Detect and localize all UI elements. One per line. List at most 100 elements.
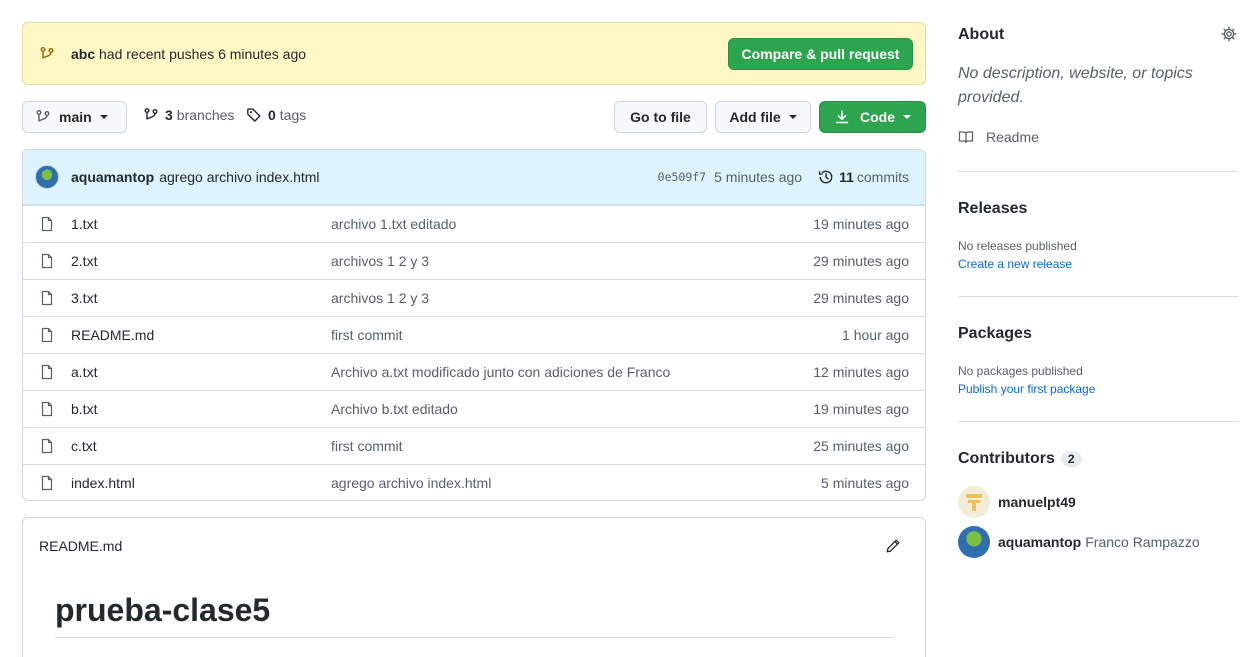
- file-row[interactable]: 1.txt archivo 1.txt editado 19 minutes a…: [23, 205, 925, 242]
- add-file-button[interactable]: Add file: [715, 101, 811, 133]
- file-commit-age: 29 minutes ago: [813, 290, 909, 306]
- tags-label: tags: [279, 107, 307, 123]
- contributor-item[interactable]: aquamantop Franco Rampazzo: [958, 526, 1200, 558]
- file-name-link[interactable]: README.md: [71, 327, 331, 343]
- chevron-down-icon: [903, 115, 911, 119]
- push-message: had recent pushes 6 minutes ago: [99, 45, 307, 62]
- file-row[interactable]: a.txt Archivo a.txt modificado junto con…: [23, 353, 925, 390]
- file-commit-message[interactable]: first commit: [331, 438, 813, 454]
- avatar[interactable]: [958, 486, 990, 518]
- about-heading: About: [958, 26, 1005, 43]
- code-button[interactable]: Code: [819, 101, 926, 133]
- commit-sha-link[interactable]: 0e509f7: [658, 170, 706, 184]
- pushed-branch-name[interactable]: abc: [71, 46, 95, 62]
- file-name-link[interactable]: b.txt: [71, 401, 331, 417]
- file-commit-age: 5 minutes ago: [821, 475, 909, 491]
- tags-link[interactable]: 0 tags: [246, 107, 306, 123]
- file-icon: [39, 253, 55, 269]
- file-commit-message[interactable]: archivo 1.txt editado: [331, 216, 813, 232]
- create-release-link[interactable]: Create a new release: [958, 257, 1072, 271]
- avatar[interactable]: [35, 165, 59, 189]
- current-branch-name: main: [59, 109, 92, 125]
- download-icon: [834, 109, 850, 125]
- about-description: No description, website, or topics provi…: [958, 65, 1193, 106]
- no-packages-text: No packages published: [958, 364, 1083, 378]
- readme-link[interactable]: Readme: [958, 129, 1039, 145]
- gear-icon[interactable]: [1221, 26, 1237, 42]
- tag-icon: [246, 107, 262, 123]
- contributor-login[interactable]: aquamantop: [998, 534, 1081, 550]
- commits-label: commits: [856, 169, 909, 185]
- file-commit-age: 12 minutes ago: [813, 364, 909, 380]
- publish-package-link[interactable]: Publish your first package: [958, 382, 1095, 396]
- file-row[interactable]: 3.txt archivos 1 2 y 3 29 minutes ago: [23, 279, 925, 316]
- readme-panel: README.md prueba-clase5: [22, 517, 926, 657]
- commits-count: 11: [839, 169, 854, 185]
- tags-count: 0: [268, 107, 276, 123]
- commits-history-link[interactable]: 11 commits: [818, 169, 909, 185]
- history-icon: [818, 169, 834, 185]
- file-commit-message[interactable]: archivos 1 2 y 3: [331, 253, 813, 269]
- file-commit-age: 19 minutes ago: [813, 401, 909, 417]
- file-commit-age: 19 minutes ago: [813, 216, 909, 232]
- file-commit-message[interactable]: Archivo a.txt modificado junto con adici…: [331, 364, 813, 380]
- file-name-link[interactable]: 2.txt: [71, 253, 331, 269]
- commit-message-link[interactable]: agrego archivo index.html: [159, 169, 319, 185]
- file-commit-message[interactable]: Archivo b.txt editado: [331, 401, 813, 417]
- packages-heading[interactable]: Packages: [958, 325, 1032, 343]
- releases-heading[interactable]: Releases: [958, 200, 1027, 218]
- file-icon: [39, 364, 55, 380]
- section-divider: [958, 296, 1238, 297]
- branch-select-button[interactable]: main: [22, 101, 127, 133]
- section-divider: [958, 171, 1238, 172]
- file-commit-message[interactable]: agrego archivo index.html: [331, 475, 821, 491]
- file-commit-message[interactable]: archivos 1 2 y 3: [331, 290, 813, 306]
- branches-label: branches: [176, 107, 235, 123]
- contributors-heading[interactable]: Contributors 2: [958, 450, 1082, 468]
- chevron-down-icon: [788, 115, 797, 119]
- file-row[interactable]: c.txt first commit 25 minutes ago: [23, 427, 925, 464]
- file-name-link[interactable]: 1.txt: [71, 216, 331, 232]
- file-row[interactable]: index.html agrego archivo index.html 5 m…: [23, 464, 925, 500]
- file-row[interactable]: README.md first commit 1 hour ago: [23, 316, 925, 353]
- contributor-full-name: Franco Rampazzo: [1085, 534, 1200, 550]
- commit-time: 5 minutes ago: [714, 169, 803, 185]
- file-name-link[interactable]: a.txt: [71, 364, 331, 380]
- git-branch-icon: [35, 109, 51, 125]
- file-icon: [39, 475, 55, 491]
- file-icon: [39, 438, 55, 454]
- readme-header: README.md: [23, 518, 925, 574]
- file-icon: [39, 290, 55, 306]
- file-icon: [39, 327, 55, 343]
- readme-link-label: Readme: [986, 129, 1039, 145]
- branches-count: 3: [165, 107, 173, 123]
- file-commit-message[interactable]: first commit: [331, 327, 842, 343]
- readme-heading: prueba-clase5: [55, 592, 271, 628]
- contributor-login[interactable]: manuelpt49: [998, 494, 1076, 510]
- file-name-link[interactable]: 3.txt: [71, 290, 331, 306]
- file-commit-age: 1 hour ago: [842, 327, 909, 343]
- contributor-item[interactable]: manuelpt49: [958, 486, 1076, 518]
- go-to-file-button[interactable]: Go to file: [614, 101, 707, 133]
- file-commit-age: 29 minutes ago: [813, 253, 909, 269]
- avatar[interactable]: [958, 526, 990, 558]
- file-name-link[interactable]: c.txt: [71, 438, 331, 454]
- file-row[interactable]: 2.txt archivos 1 2 y 3 29 minutes ago: [23, 242, 925, 279]
- book-icon: [958, 129, 974, 145]
- latest-commit-bar: aquamantop agrego archivo index.html 0e5…: [23, 150, 925, 205]
- file-browser: aquamantop agrego archivo index.html 0e5…: [22, 149, 926, 501]
- commit-author-link[interactable]: aquamantop: [71, 169, 154, 185]
- chevron-down-icon: [99, 115, 108, 119]
- branches-link[interactable]: 3 branches: [143, 107, 234, 123]
- recent-push-text: abc had recent pushes 6 minutes ago: [71, 46, 728, 62]
- contributors-count-badge: 2: [1060, 451, 1082, 467]
- compare-pull-request-button[interactable]: Compare & pull request: [728, 37, 913, 70]
- file-row[interactable]: b.txt Archivo b.txt editado 19 minutes a…: [23, 390, 925, 427]
- code-label: Code: [860, 109, 895, 125]
- heading-divider: [55, 637, 893, 638]
- readme-filename[interactable]: README.md: [39, 538, 122, 554]
- pencil-icon[interactable]: [885, 538, 901, 554]
- file-name-link[interactable]: index.html: [71, 475, 331, 491]
- file-icon: [39, 401, 55, 417]
- git-branch-icon: [39, 46, 55, 62]
